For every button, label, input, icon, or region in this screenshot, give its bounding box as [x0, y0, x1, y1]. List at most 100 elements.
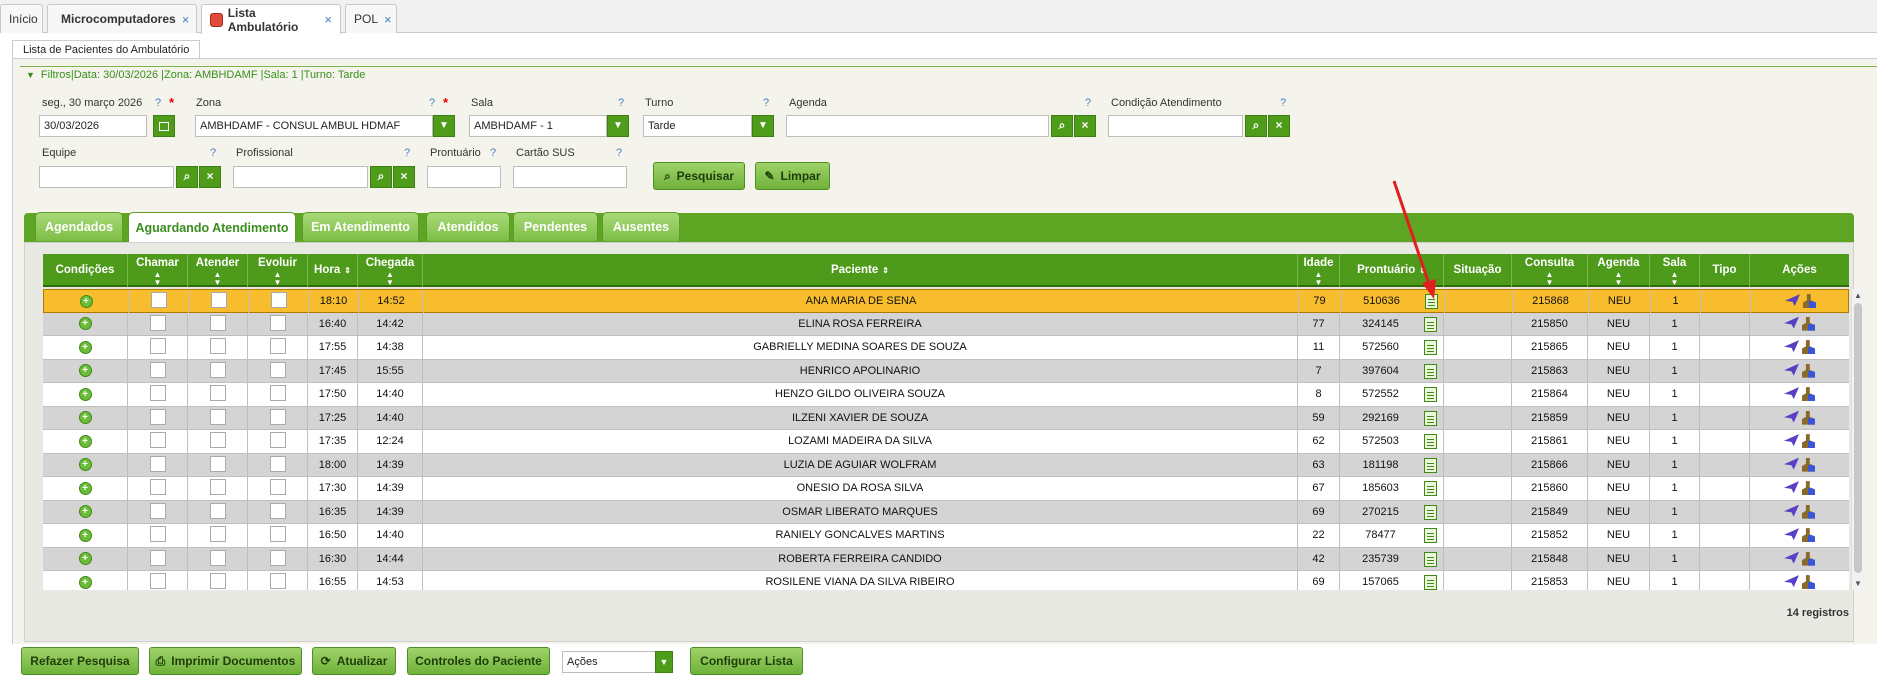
col-sala[interactable]: Sala ▲ ▼ [1650, 254, 1700, 287]
evoluir-checkbox[interactable] [269, 549, 286, 566]
help-icon[interactable]: ? [429, 97, 435, 109]
tools-icon[interactable] [1802, 575, 1815, 590]
tab-pol[interactable]: POL × [345, 4, 397, 33]
help-icon[interactable]: ? [1280, 97, 1286, 109]
evoluir-checkbox[interactable] [269, 385, 286, 402]
close-icon[interactable]: × [324, 12, 332, 27]
table-row[interactable]: +17:55 14:38 GABRIELLY MEDINA SOARES DE SO… [43, 336, 1849, 360]
add-circle-icon[interactable]: + [78, 481, 92, 495]
add-circle-icon[interactable]: + [78, 575, 92, 589]
add-circle-icon[interactable]: + [78, 340, 92, 354]
col-consulta[interactable]: Consulta ▲ ▼ [1512, 254, 1588, 287]
tab-ausentes[interactable]: Ausentes [602, 212, 680, 241]
atender-checkbox[interactable] [209, 479, 226, 496]
atender-checkbox[interactable] [209, 314, 226, 331]
vertical-scrollbar[interactable]: ▲ ▼ [1851, 289, 1864, 590]
tools-icon[interactable] [1802, 551, 1815, 566]
col-chamar[interactable]: Chamar ▲ ▼ [128, 254, 188, 287]
imprimir-documentos-button[interactable]: ⎙ Imprimir Documentos [149, 647, 302, 675]
evoluir-checkbox[interactable] [270, 292, 287, 309]
limpar-button[interactable]: ✎ Limpar [755, 162, 830, 190]
col-paciente[interactable]: Paciente ⇕ [423, 254, 1298, 287]
clipboard-icon[interactable] [1424, 457, 1437, 473]
atender-checkbox[interactable] [209, 432, 226, 449]
tools-icon[interactable] [1802, 434, 1815, 449]
chevron-down-icon[interactable]: ▼ [655, 651, 673, 673]
send-icon[interactable] [1784, 504, 1799, 517]
send-icon[interactable] [1785, 294, 1800, 307]
table-row[interactable]: +17:45 15:55 HENRICO APOLINARIO 7 397604 2158… [43, 359, 1849, 383]
chamar-checkbox[interactable] [149, 338, 166, 355]
chamar-checkbox[interactable] [150, 292, 167, 309]
tab-agendados[interactable]: Agendados [35, 212, 123, 241]
tools-icon[interactable] [1802, 410, 1815, 425]
send-icon[interactable] [1784, 363, 1799, 376]
col-evoluir[interactable]: Evoluir ▲ ▼ [248, 254, 308, 287]
tools-icon[interactable] [1802, 504, 1815, 519]
configurar-lista-button[interactable]: Configurar Lista [690, 647, 803, 675]
clipboard-icon[interactable] [1424, 481, 1437, 496]
atender-checkbox[interactable] [209, 455, 226, 472]
atender-checkbox[interactable] [210, 292, 227, 309]
send-icon[interactable] [1784, 457, 1799, 470]
send-icon[interactable] [1784, 434, 1799, 447]
table-row[interactable]: +16:40 14:42 ELINA ROSA FERREIRA 77 324145 21… [43, 312, 1849, 336]
send-icon[interactable] [1784, 481, 1799, 494]
cartao-field[interactable] [513, 166, 627, 188]
tools-icon[interactable] [1802, 340, 1815, 355]
atender-checkbox[interactable] [209, 502, 226, 519]
col-hora[interactable]: Hora ⇕ [308, 254, 358, 287]
chamar-checkbox[interactable] [149, 314, 166, 331]
table-row[interactable]: +18:00 14:39 LUZIA DE AGUIAR WOLFRAM 63 1811… [43, 453, 1849, 477]
clipboard-icon[interactable] [1424, 528, 1437, 543]
send-icon[interactable] [1784, 575, 1799, 588]
help-icon[interactable]: ? [618, 97, 624, 109]
close-icon[interactable]: × [384, 12, 392, 27]
chamar-checkbox[interactable] [149, 385, 166, 402]
clear-button[interactable]: × [199, 166, 221, 188]
col-idade[interactable]: Idade ▲ ▼ [1298, 254, 1340, 287]
chamar-checkbox[interactable] [149, 526, 166, 543]
chamar-checkbox[interactable] [149, 479, 166, 496]
add-circle-icon[interactable]: + [78, 434, 92, 448]
send-icon[interactable] [1784, 410, 1799, 423]
clear-button[interactable]: × [1074, 115, 1096, 137]
chevron-down-icon[interactable]: ▼ [752, 115, 774, 137]
chamar-checkbox[interactable] [149, 549, 166, 566]
clipboard-icon[interactable] [1424, 575, 1437, 590]
atender-checkbox[interactable] [209, 408, 226, 425]
condicao-field[interactable] [1108, 115, 1243, 137]
clipboard-icon[interactable] [1424, 363, 1437, 379]
atender-checkbox[interactable] [209, 549, 226, 566]
agenda-field[interactable] [786, 115, 1049, 137]
atender-checkbox[interactable] [209, 526, 226, 543]
clipboard-icon[interactable] [1424, 387, 1437, 402]
col-chegada[interactable]: Chegada ▲ ▼ [358, 254, 423, 287]
tools-icon[interactable] [1803, 294, 1816, 309]
tools-icon[interactable] [1802, 363, 1815, 378]
table-row[interactable]: +16:50 14:40 RANIELY GONCALVES MARTINS 22 78… [43, 524, 1849, 548]
close-icon[interactable]: × [182, 12, 190, 27]
evoluir-checkbox[interactable] [269, 502, 286, 519]
col-atender[interactable]: Atender ▲ ▼ [188, 254, 248, 287]
evoluir-checkbox[interactable] [269, 526, 286, 543]
acoes-select[interactable]: Ações [562, 651, 656, 673]
scroll-up-icon[interactable]: ▲ [1854, 291, 1862, 300]
add-circle-icon[interactable]: + [78, 411, 92, 425]
refazer-pesquisa-button[interactable]: Refazer Pesquisa [21, 647, 139, 675]
scrollbar-thumb[interactable] [1854, 303, 1862, 573]
calendar-button[interactable] [153, 115, 175, 137]
help-icon[interactable]: ? [404, 147, 410, 159]
clipboard-icon[interactable] [1424, 434, 1437, 449]
help-icon[interactable]: ? [210, 147, 216, 159]
evoluir-checkbox[interactable] [269, 314, 286, 331]
tab-atendidos[interactable]: Atendidos [426, 212, 510, 241]
add-circle-icon[interactable]: + [78, 528, 92, 542]
date-field[interactable]: 30/03/2026 [39, 115, 147, 137]
tools-icon[interactable] [1802, 387, 1815, 402]
help-icon[interactable]: ? [763, 97, 769, 109]
tab-aguardando-atendimento[interactable]: Aguardando Atendimento [128, 212, 296, 242]
help-icon[interactable]: ? [616, 147, 622, 159]
profissional-field[interactable] [233, 166, 368, 188]
add-circle-icon[interactable]: + [78, 387, 92, 401]
